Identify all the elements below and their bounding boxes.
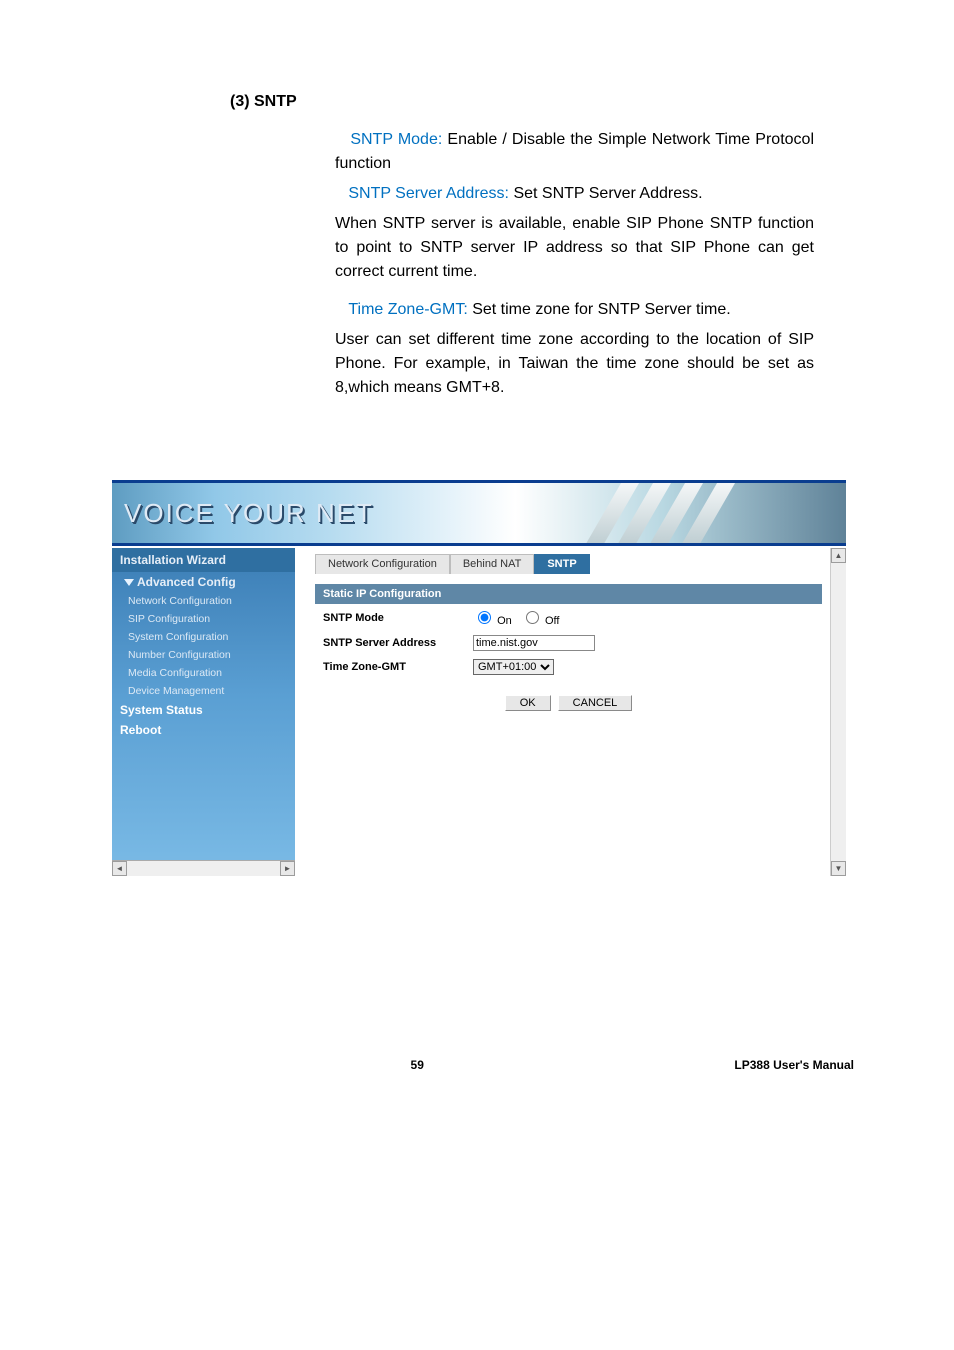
- timezone-text: Set time zone for SNTP Server time.: [472, 301, 730, 318]
- section-title: (3) SNTP: [230, 90, 854, 114]
- sntp-mode-label: SNTP Mode:: [350, 131, 447, 148]
- row-timezone: Time Zone-GMT GMT+01:00: [315, 655, 822, 679]
- sntp-server-input[interactable]: [473, 635, 595, 651]
- timezone-label: Time Zone-GMT:: [348, 301, 472, 318]
- scroll-left-icon[interactable]: ◄: [112, 861, 127, 876]
- sntp-mode-off-label: Off: [545, 615, 559, 627]
- sntp-mode-on-option[interactable]: On: [473, 615, 515, 627]
- brand-logo: VOICE YOUR NET: [124, 498, 374, 529]
- tab-bar: Network Configuration Behind NAT SNTP: [295, 548, 846, 574]
- sidebar-item-reboot[interactable]: Reboot: [112, 720, 295, 740]
- tab-sntp[interactable]: SNTP: [534, 554, 589, 574]
- sidebar-group-advanced-config[interactable]: Advanced Config: [112, 572, 295, 592]
- sntp-mode-field-label: SNTP Mode: [323, 612, 473, 624]
- page-footer: 59 LP388 User's Manual: [0, 1058, 954, 1072]
- row-sntp-mode: SNTP Mode On Off: [315, 604, 822, 631]
- scroll-up-icon[interactable]: ▲: [831, 548, 846, 563]
- sntp-server-label: SNTP Server Address:: [348, 185, 513, 202]
- sntp-mode-paragraph: SNTP Mode: Enable / Disable the Simple N…: [335, 128, 814, 176]
- sidebar-item-system-status[interactable]: System Status: [112, 700, 295, 720]
- scroll-track[interactable]: [127, 861, 280, 876]
- sidebar-group-label: Advanced Config: [137, 575, 236, 589]
- chevron-down-icon: [124, 579, 134, 586]
- sntp-server-field-label: SNTP Server Address: [323, 637, 473, 649]
- sidebar-item-system-configuration[interactable]: System Configuration: [112, 628, 295, 646]
- sidebar-item-media-configuration[interactable]: Media Configuration: [112, 664, 295, 682]
- sidebar-item-sip-configuration[interactable]: SIP Configuration: [112, 610, 295, 628]
- timezone-line: Time Zone-GMT: Set time zone for SNTP Se…: [335, 298, 814, 322]
- sidebar-item-device-management[interactable]: Device Management: [112, 682, 295, 700]
- sntp-server-line: SNTP Server Address: Set SNTP Server Add…: [335, 182, 814, 206]
- tab-behind-nat[interactable]: Behind NAT: [450, 554, 535, 574]
- cancel-button[interactable]: CANCEL: [558, 695, 633, 711]
- app-banner: VOICE YOUR NET: [112, 480, 846, 546]
- sidebar-item-number-configuration[interactable]: Number Configuration: [112, 646, 295, 664]
- sntp-mode-off-radio[interactable]: [526, 611, 539, 624]
- scroll-down-icon[interactable]: ▼: [831, 861, 846, 876]
- manual-title: LP388 User's Manual: [734, 1058, 854, 1072]
- page-number: 59: [411, 1058, 424, 1072]
- tab-network-configuration[interactable]: Network Configuration: [315, 554, 450, 574]
- sntp-mode-on-radio[interactable]: [478, 611, 491, 624]
- panel-header: Static IP Configuration: [315, 584, 822, 604]
- timezone-field-label: Time Zone-GMT: [323, 661, 473, 673]
- content-pane: Network Configuration Behind NAT SNTP St…: [295, 548, 846, 876]
- scroll-track[interactable]: [831, 563, 846, 861]
- content-vertical-scrollbar[interactable]: ▲ ▼: [830, 548, 846, 876]
- sntp-mode-off-option[interactable]: Off: [521, 615, 560, 627]
- sidebar-item-installation-wizard[interactable]: Installation Wizard: [112, 548, 295, 572]
- sidebar-item-network-configuration[interactable]: Network Configuration: [112, 592, 295, 610]
- sidebar: Installation Wizard Advanced Config Netw…: [112, 548, 295, 876]
- sntp-server-paragraph: When SNTP server is available, enable SI…: [335, 212, 814, 284]
- timezone-paragraph: User can set different time zone accordi…: [335, 328, 814, 400]
- sidebar-horizontal-scrollbar[interactable]: ◄ ►: [112, 860, 295, 876]
- scroll-right-icon[interactable]: ►: [280, 861, 295, 876]
- sntp-server-text: Set SNTP Server Address.: [513, 185, 702, 202]
- app-window: VOICE YOUR NET Installation Wizard Advan…: [112, 480, 846, 878]
- row-sntp-server: SNTP Server Address: [315, 631, 822, 655]
- ok-button[interactable]: OK: [505, 695, 551, 711]
- timezone-select[interactable]: GMT+01:00: [473, 659, 554, 675]
- sntp-mode-on-label: On: [497, 615, 512, 627]
